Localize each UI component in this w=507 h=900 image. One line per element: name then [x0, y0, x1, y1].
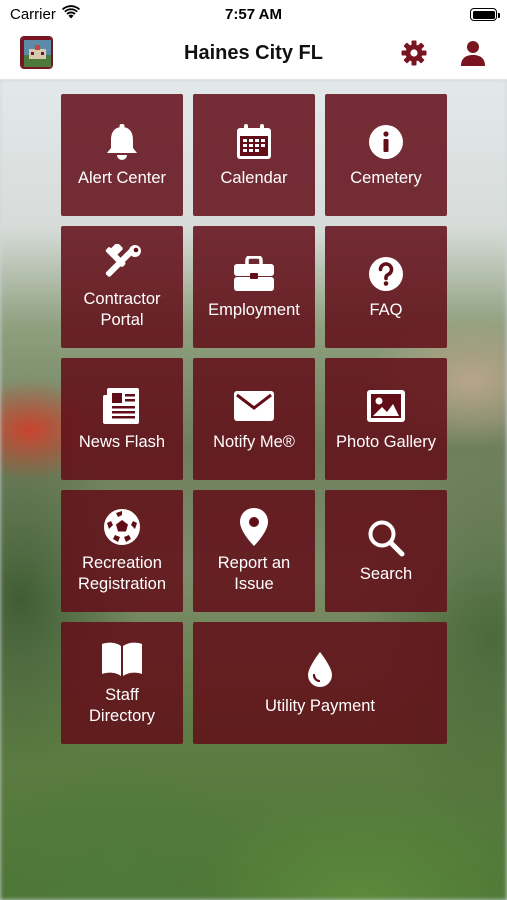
question-icon: [368, 254, 404, 294]
tile-recreation-registration[interactable]: Recreation Registration: [61, 490, 183, 612]
calendar-icon: [235, 122, 273, 162]
info-icon: [368, 122, 404, 162]
tile-label: Staff Directory: [88, 686, 155, 725]
bell-icon: [104, 122, 140, 162]
menu-grid: Alert Center Calendar Cemetery Contracto…: [0, 0, 507, 900]
tile-label: News Flash: [78, 432, 166, 451]
tile-calendar[interactable]: Calendar: [193, 94, 315, 216]
tile-label: Utility Payment: [264, 696, 376, 715]
tile-photo-gallery[interactable]: Photo Gallery: [325, 358, 447, 480]
tools-icon: [100, 243, 144, 283]
tile-label: Contractor Portal: [83, 290, 161, 329]
tile-label: Recreation Registration: [77, 554, 167, 593]
tile-search[interactable]: Search: [325, 490, 447, 612]
image-icon: [366, 386, 406, 426]
briefcase-icon: [233, 254, 275, 294]
tile-contractor-portal[interactable]: Contractor Portal: [61, 226, 183, 348]
tile-label: Report an Issue: [217, 554, 291, 593]
tile-label: Calendar: [220, 168, 288, 187]
envelope-icon: [233, 386, 275, 426]
tile-utility-payment[interactable]: Utility Payment: [193, 622, 447, 744]
tile-label: Cemetery: [350, 168, 422, 187]
tile-label: Notify Me®: [213, 432, 295, 451]
tile-label: Alert Center: [77, 168, 167, 187]
tile-employment[interactable]: Employment: [193, 226, 315, 348]
newspaper-icon: [102, 386, 142, 426]
water-drop-icon: [306, 650, 334, 690]
map-pin-icon: [239, 507, 269, 547]
tile-notify-me[interactable]: Notify Me®: [193, 358, 315, 480]
tile-label: Search: [359, 564, 413, 583]
tile-cemetery[interactable]: Cemetery: [325, 94, 447, 216]
soccer-ball-icon: [103, 507, 141, 547]
search-icon: [367, 518, 405, 558]
book-icon: [101, 639, 143, 679]
tile-label: Photo Gallery: [336, 432, 436, 451]
tile-report-an-issue[interactable]: Report an Issue: [193, 490, 315, 612]
tile-label: FAQ: [369, 300, 403, 319]
tile-news-flash[interactable]: News Flash: [61, 358, 183, 480]
tile-faq[interactable]: FAQ: [325, 226, 447, 348]
tile-alert-center[interactable]: Alert Center: [61, 94, 183, 216]
tile-staff-directory[interactable]: Staff Directory: [61, 622, 183, 744]
tile-label: Employment: [208, 300, 300, 319]
